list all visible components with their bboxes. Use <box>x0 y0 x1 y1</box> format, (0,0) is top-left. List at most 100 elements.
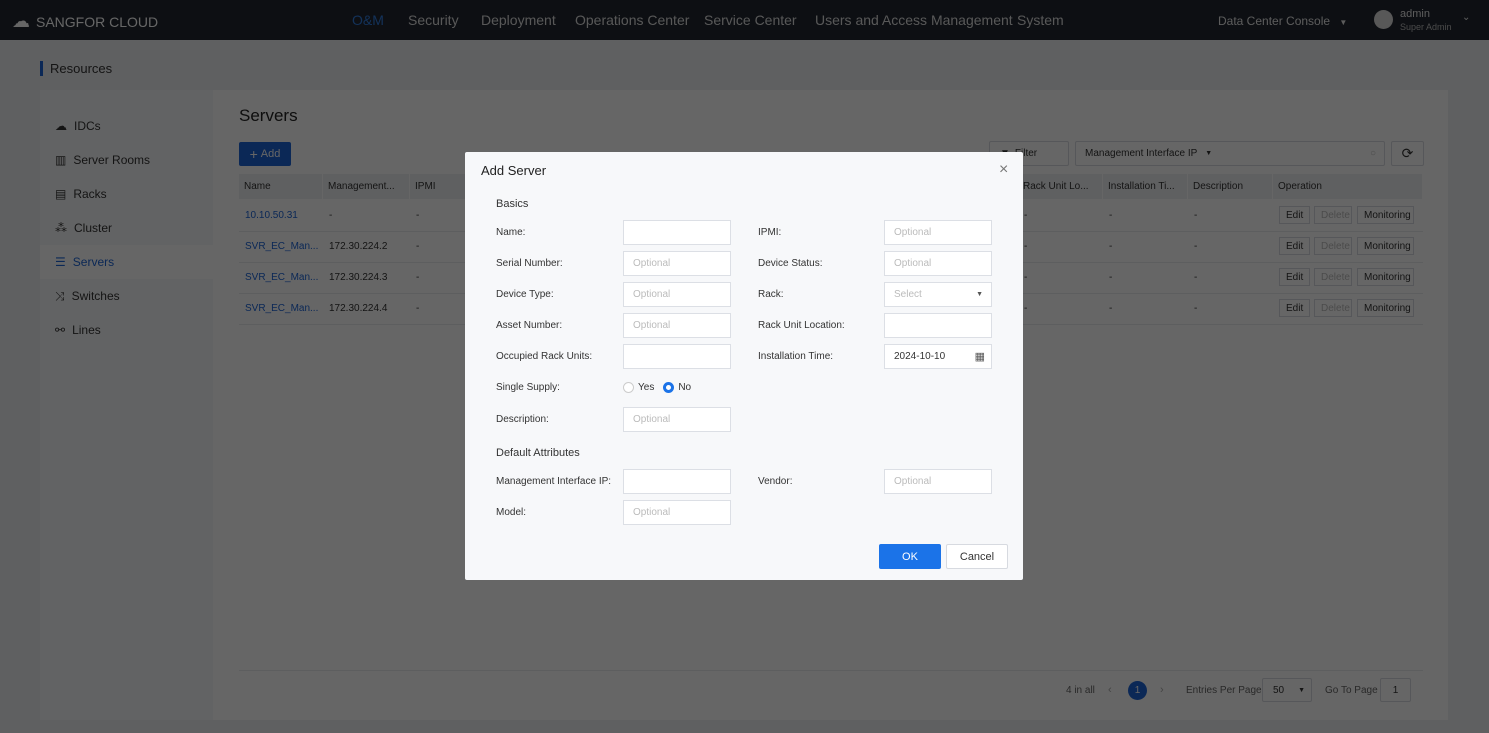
search-input[interactable]: Management Interface IP ▼ ○ <box>1075 141 1385 166</box>
edit-button[interactable]: Edit <box>1279 299 1310 317</box>
column-header-installation[interactable]: Installation Ti... <box>1103 174 1188 199</box>
cell-mgmt: - <box>329 210 333 221</box>
sidebar-item-switches[interactable]: ⤨ Switches <box>40 279 213 313</box>
asset-input[interactable]: Optional <box>623 313 731 338</box>
edit-button[interactable]: Edit <box>1279 206 1310 224</box>
cancel-button[interactable]: Cancel <box>946 544 1008 569</box>
serial-input[interactable]: Optional <box>623 251 731 276</box>
chevron-down-icon[interactable]: ⌄ <box>1462 12 1470 23</box>
close-icon[interactable]: × <box>999 161 1008 179</box>
vendor-input[interactable]: Optional <box>884 469 992 494</box>
cell-ipmi: - <box>416 241 420 252</box>
caret-down-icon: ▼ <box>1339 18 1348 27</box>
cloud-logo-icon: ☁ <box>12 11 30 31</box>
nav-system[interactable]: System <box>1017 12 1064 28</box>
monitoring-button[interactable]: Monitoring <box>1357 268 1414 286</box>
refresh-button[interactable]: ⟳ <box>1391 141 1424 166</box>
cell-name[interactable]: SVR_EC_Man... <box>239 231 318 262</box>
rack-select[interactable]: Select ▼ <box>884 282 992 307</box>
status-input[interactable]: Optional <box>884 251 992 276</box>
dialog-title: Add Server <box>481 163 547 178</box>
cell-name[interactable]: SVR_EC_Man... <box>239 262 318 293</box>
monitoring-button[interactable]: Monitoring <box>1357 299 1414 317</box>
rack-label: Rack: <box>758 289 784 300</box>
cell-install: - <box>1109 241 1113 252</box>
cell-mgmt: 172.30.224.3 <box>329 272 388 283</box>
section-basics: Basics <box>496 198 529 210</box>
caret-down-icon: ▼ <box>976 291 983 298</box>
add-button[interactable]: + Add <box>239 142 291 166</box>
plus-icon: + <box>249 146 258 162</box>
nav-service-center[interactable]: Service Center <box>704 12 797 28</box>
caret-down-icon: ▼ <box>1298 686 1305 694</box>
sidebar-item-cluster[interactable]: ⁂ Cluster <box>40 211 213 245</box>
rack-unit-input[interactable] <box>884 313 992 338</box>
goto-label: Go To Page <box>1325 685 1378 696</box>
radio-yes[interactable] <box>623 382 634 393</box>
column-header-name[interactable]: Name <box>239 174 323 199</box>
delete-button[interactable]: Delete <box>1314 268 1352 286</box>
install-time-label: Installation Time: <box>758 351 834 362</box>
ipmi-input[interactable]: Optional <box>884 220 992 245</box>
goto-input[interactable]: 1 <box>1380 678 1411 702</box>
model-label: Model: <box>496 507 527 518</box>
console-switcher[interactable]: Data Center Console ▼ <box>1218 14 1347 28</box>
prev-page-icon[interactable]: ‹ <box>1108 684 1112 696</box>
entries-select[interactable]: 50 ▼ <box>1262 678 1312 702</box>
entries-label: Entries Per Page <box>1186 685 1262 696</box>
name-input[interactable] <box>623 220 731 245</box>
sidebar-item-racks[interactable]: ▤ Racks <box>40 177 213 211</box>
mgmt-ip-input[interactable] <box>623 469 731 494</box>
cell-desc: - <box>1194 303 1198 314</box>
page-1[interactable]: 1 <box>1128 681 1147 700</box>
cell-name[interactable]: SVR_EC_Man... <box>239 293 318 324</box>
calendar-icon[interactable]: ▦ <box>975 350 985 363</box>
nav-operations-center[interactable]: Operations Center <box>575 12 689 28</box>
refresh-icon: ⟳ <box>1401 145 1414 161</box>
occupied-input[interactable] <box>623 344 731 369</box>
radio-no[interactable] <box>663 382 675 393</box>
nav-deployment[interactable]: Deployment <box>481 12 556 28</box>
model-input[interactable]: Optional <box>623 500 731 525</box>
next-page-icon[interactable]: › <box>1160 684 1164 696</box>
single-supply-radio-group: Yes No <box>623 382 691 393</box>
vendor-label: Vendor: <box>758 476 793 487</box>
delete-button[interactable]: Delete <box>1314 206 1352 224</box>
nav-om[interactable]: O&M <box>352 12 384 28</box>
cell-mgmt: 172.30.224.2 <box>329 241 388 252</box>
rack-unit-label: Rack Unit Location: <box>758 320 845 331</box>
cell-install: - <box>1109 272 1113 283</box>
logo: ☁ SANGFOR CLOUD <box>12 11 159 31</box>
description-label: Description: <box>496 414 549 425</box>
single-supply-label: Single Supply: <box>496 382 560 393</box>
delete-button[interactable]: Delete <box>1314 237 1352 255</box>
description-input[interactable]: Optional <box>623 407 731 432</box>
edit-button[interactable]: Edit <box>1279 268 1310 286</box>
nav-security[interactable]: Security <box>408 12 459 28</box>
server-icon: ☰ <box>55 255 66 269</box>
sidebar-item-servers[interactable]: ☰ Servers <box>40 245 213 279</box>
monitoring-button[interactable]: Monitoring <box>1357 237 1414 255</box>
install-time-picker[interactable]: 2024-10-10 ▦ <box>884 344 992 369</box>
search-icon[interactable]: ○ <box>1370 148 1376 159</box>
sidebar-item-server-rooms[interactable]: ▥ Server Rooms <box>40 143 213 177</box>
divider <box>239 670 1423 671</box>
serial-label: Serial Number: <box>496 258 563 269</box>
rack-icon: ▤ <box>55 187 67 201</box>
breadcrumb: Resources <box>40 61 112 76</box>
sidebar-item-idcs[interactable]: ☁ IDCs <box>40 109 213 143</box>
delete-button[interactable]: Delete <box>1314 299 1352 317</box>
column-header-rack-unit[interactable]: Rack Unit Lo... <box>1018 174 1103 199</box>
ipmi-label: IPMI: <box>758 227 782 238</box>
column-header-description: Description <box>1188 174 1273 199</box>
sidebar-item-lines[interactable]: ⚯ Lines <box>40 313 213 347</box>
column-header-operation: Operation <box>1273 174 1423 199</box>
cell-name[interactable]: 10.10.50.31 <box>239 200 298 231</box>
monitoring-button[interactable]: Monitoring <box>1357 206 1414 224</box>
device-type-input[interactable]: Optional <box>623 282 731 307</box>
avatar[interactable] <box>1374 10 1393 29</box>
column-header-management[interactable]: Management... <box>323 174 410 199</box>
nav-users-access[interactable]: Users and Access Management <box>815 12 1013 28</box>
edit-button[interactable]: Edit <box>1279 237 1310 255</box>
ok-button[interactable]: OK <box>879 544 941 569</box>
